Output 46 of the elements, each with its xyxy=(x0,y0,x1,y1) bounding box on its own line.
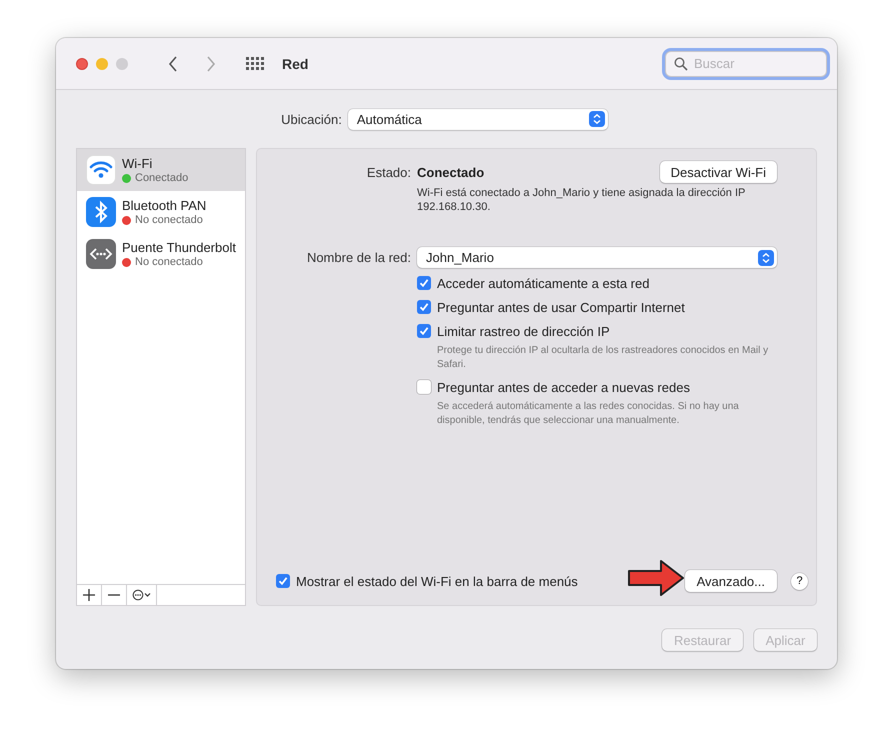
network-dropdown[interactable]: John_Mario xyxy=(417,247,777,268)
connection-icon xyxy=(86,239,116,269)
checkbox-label: Limitar rastreo de dirección IP xyxy=(437,324,610,338)
status-label: Estado: xyxy=(366,164,411,182)
checkbox-label: Acceder automáticamente a esta red xyxy=(437,276,650,290)
grid-icon[interactable] xyxy=(246,56,264,70)
network-name-label: Nombre de la red: xyxy=(306,249,411,267)
service-name: Bluetooth PAN xyxy=(122,198,206,213)
wifi-icon xyxy=(86,155,116,185)
checkbox-label: Preguntar antes de acceder a nuevas redes xyxy=(437,380,690,394)
service-name: Wi-Fi xyxy=(122,156,154,171)
service-status: No conectado xyxy=(135,256,203,268)
service-item[interactable]: Wi-Fi Conectado xyxy=(77,149,245,191)
checkbox[interactable] xyxy=(417,380,431,394)
service-status: Conectado xyxy=(135,172,188,184)
checkbox[interactable] xyxy=(417,276,431,290)
search-field[interactable]: Buscar xyxy=(665,50,827,76)
option-note: Se accederá automáticamente a las redes conocidas. Si no hay una disponible, tendrás que seleccionar una manualmente. xyxy=(436,400,740,428)
more-options-icon xyxy=(132,589,152,601)
location-label: Ubicación: xyxy=(281,112,342,126)
advanced-button[interactable]: Avanzado... xyxy=(684,570,777,592)
service-item[interactable]: Puente Thunderbolt No conectado xyxy=(77,233,245,275)
arrow-icon xyxy=(626,559,685,597)
forward-icon[interactable] xyxy=(206,56,216,72)
service-status: No conectado xyxy=(135,214,203,226)
status-value: Conectado xyxy=(417,164,484,180)
checkbox[interactable] xyxy=(276,574,290,588)
location-dropdown[interactable]: Automática xyxy=(348,108,608,130)
back-icon[interactable] xyxy=(168,56,178,72)
checkbox-label: Mostrar el estado del Wi-Fi en la barra de menús xyxy=(296,574,578,588)
window-title: Red xyxy=(282,56,308,72)
help-button[interactable]: ? xyxy=(791,572,808,590)
status-description: Wi-Fi está conectado a John_Mario y tiene asignada la dirección IP 192.168.10.30. xyxy=(417,186,746,214)
service-name: Puente Thunderbolt xyxy=(122,240,236,255)
option-note: Protege tu dirección IP al ocultarla de los rastreadores conocidos en Mail y Safari. xyxy=(436,344,770,372)
search-icon xyxy=(674,56,688,70)
turn-off-wifi-button[interactable]: Desactivar Wi-Fi xyxy=(660,161,777,183)
checkbox-label: Preguntar antes de usar Compartir Internet xyxy=(437,300,685,314)
checkbox[interactable] xyxy=(417,300,431,314)
bluetooth-icon xyxy=(86,197,116,227)
stepper-icon xyxy=(758,250,774,266)
stepper-icon xyxy=(588,111,605,127)
plus-icon xyxy=(83,589,95,601)
service-item[interactable]: Bluetooth PAN No conectado xyxy=(77,191,245,233)
checkbox[interactable] xyxy=(417,324,431,338)
close-button[interactable] xyxy=(76,58,88,70)
